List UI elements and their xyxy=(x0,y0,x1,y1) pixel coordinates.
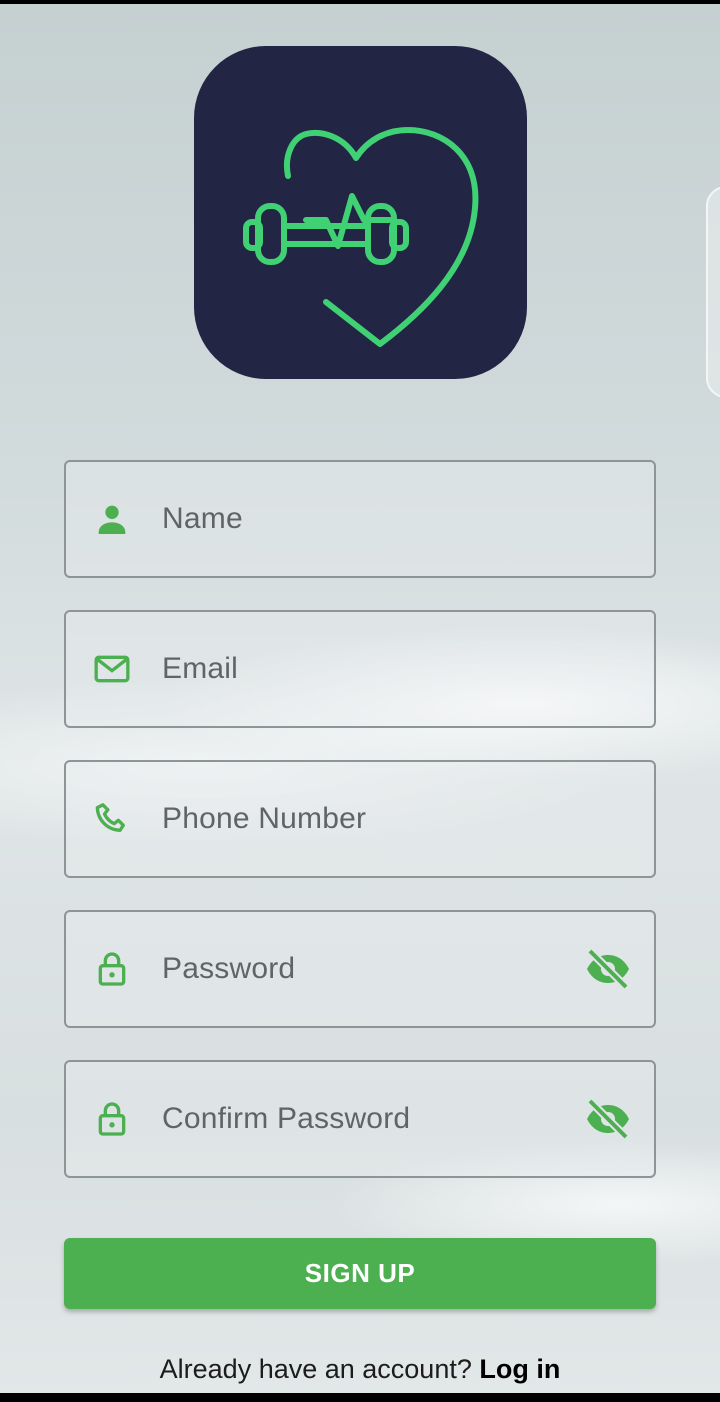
mail-icon xyxy=(92,649,132,689)
phone-field[interactable]: Phone Number xyxy=(64,760,656,878)
name-placeholder: Name xyxy=(162,502,243,535)
login-link[interactable]: Log in xyxy=(479,1354,560,1384)
heart-dumbbell-icon xyxy=(243,127,479,347)
email-field[interactable]: Email xyxy=(64,610,656,728)
login-prompt-text: Already have an account? xyxy=(159,1354,472,1384)
person-icon xyxy=(92,499,132,539)
app-logo xyxy=(194,46,527,379)
sign-up-button[interactable]: SIGN UP xyxy=(64,1238,656,1309)
password-placeholder: Password xyxy=(162,952,296,985)
side-panel-edge[interactable] xyxy=(706,186,720,398)
lock-icon xyxy=(92,1099,132,1139)
phone-placeholder: Phone Number xyxy=(162,802,367,835)
confirm-password-placeholder: Confirm Password xyxy=(162,1102,411,1135)
email-placeholder: Email xyxy=(162,652,239,685)
lock-icon xyxy=(92,949,132,989)
navigation-bar xyxy=(0,1393,720,1402)
login-prompt: Already have an account? Log in xyxy=(0,1354,720,1385)
eye-off-icon[interactable] xyxy=(584,1095,632,1143)
password-field[interactable]: Password xyxy=(64,910,656,1028)
confirm-password-field[interactable]: Confirm Password xyxy=(64,1060,656,1178)
signup-screen: Name Email Phone Number Password Confirm… xyxy=(0,4,720,1393)
eye-off-icon[interactable] xyxy=(584,945,632,993)
phone-icon xyxy=(92,799,132,839)
name-field[interactable]: Name xyxy=(64,460,656,578)
